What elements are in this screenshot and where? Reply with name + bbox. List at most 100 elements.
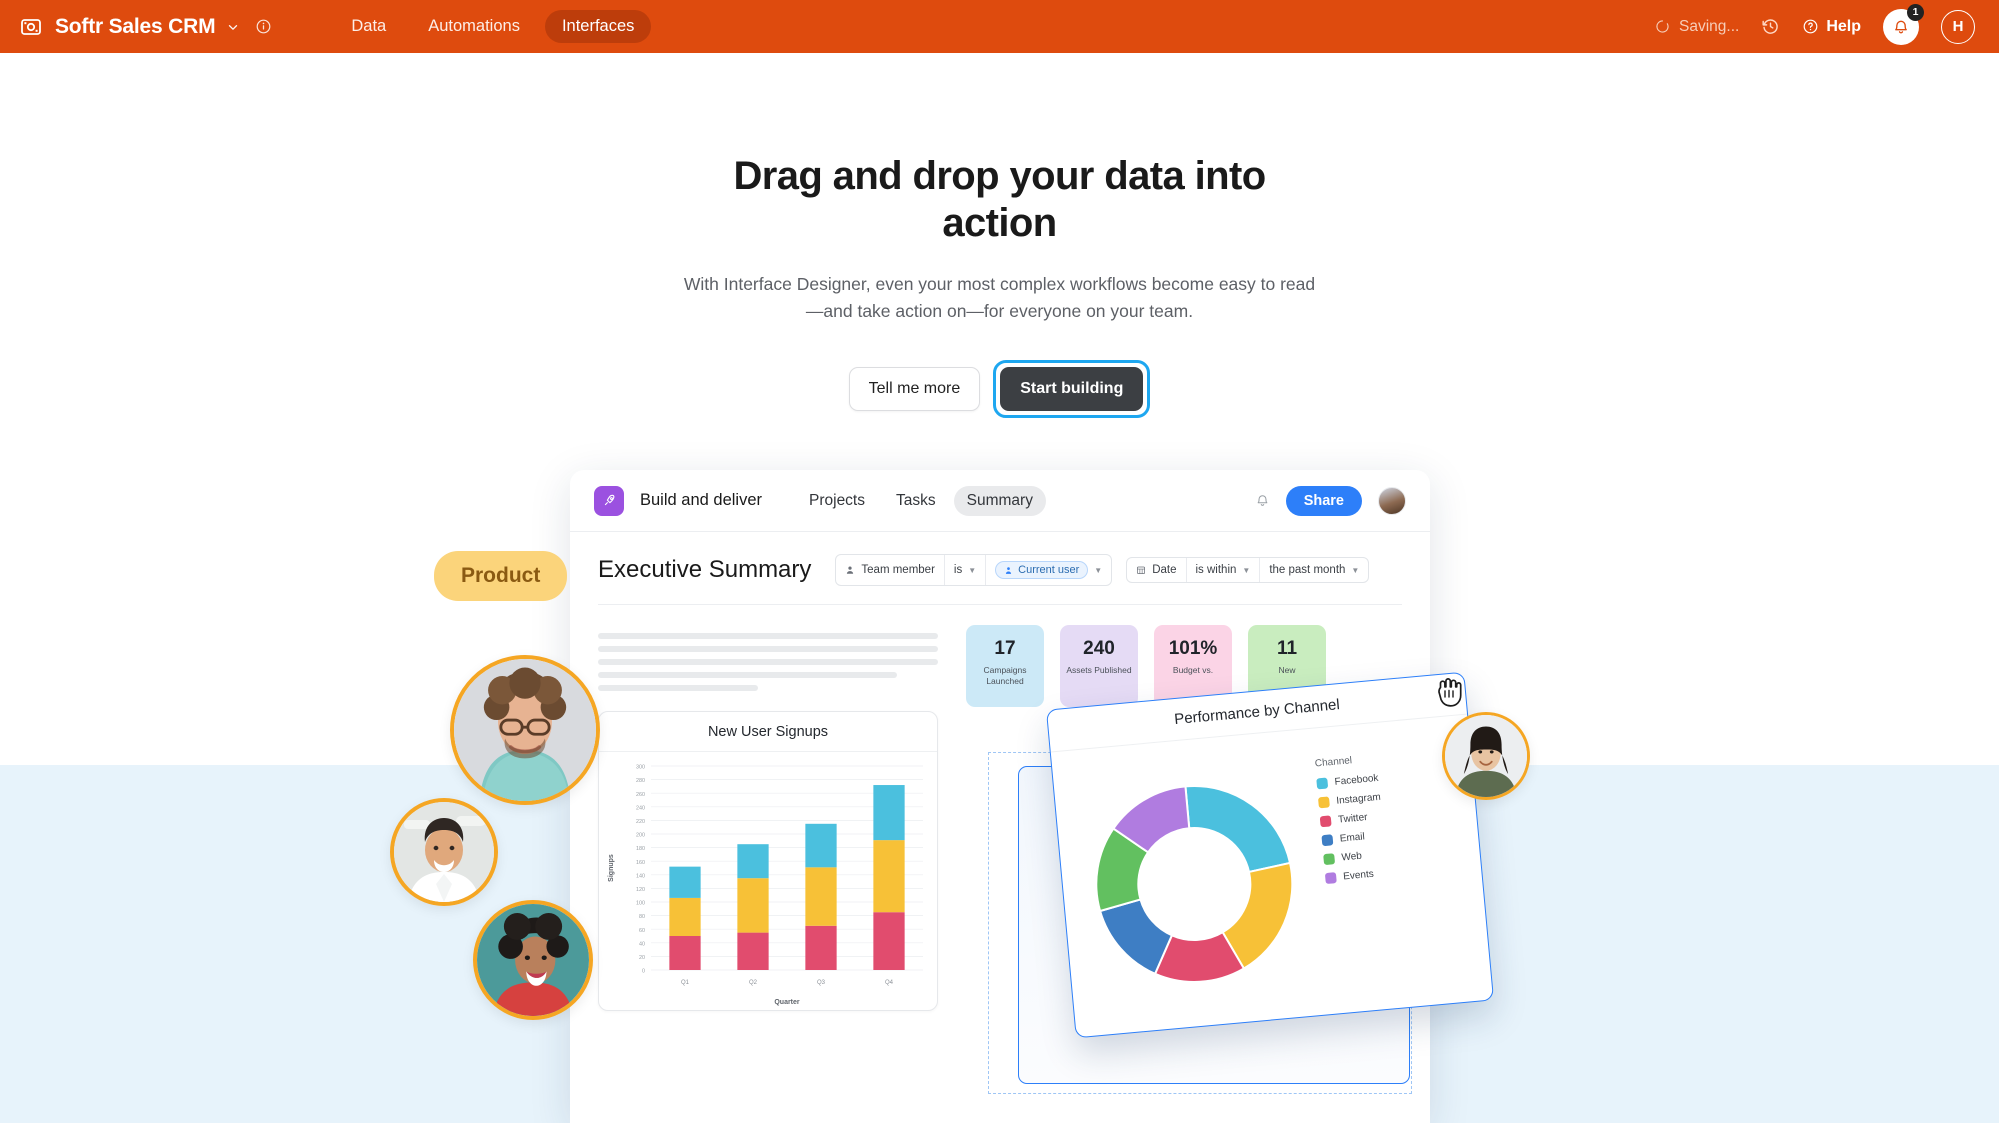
filter-value-label: the past month (1269, 564, 1346, 576)
kpi-label: New (1278, 665, 1296, 675)
history-clock-icon[interactable] (1761, 17, 1780, 36)
legend-swatch (1317, 796, 1330, 809)
nav-item-data[interactable]: Data (334, 10, 403, 43)
svg-text:0: 0 (642, 969, 645, 975)
nav-item-interfaces[interactable]: Interfaces (544, 10, 652, 43)
legend-item: Facebook (1316, 773, 1379, 790)
preview-app-name: Build and deliver (640, 491, 762, 509)
skeleton-line (598, 646, 938, 652)
svg-text:Q3: Q3 (817, 980, 826, 986)
question-circle-icon (1802, 18, 1819, 35)
skeleton-line (598, 633, 938, 639)
bar-chart: 0 20 40 60 80 100 120 140 160 180 200 220 240 260 280 3… (599, 752, 937, 1015)
hero-section: Drag and drop your data into action With… (0, 53, 1999, 418)
skeleton-line (598, 659, 938, 665)
tell-me-more-button[interactable]: Tell me more (848, 366, 981, 411)
filter-field-label: Team member (861, 564, 935, 576)
filter-operator-cell[interactable]: is ▼ (945, 555, 987, 585)
skeleton-block (598, 625, 938, 691)
info-circle-icon[interactable] (255, 18, 272, 35)
legend-label: Twitter (1337, 812, 1368, 826)
legend-item: Instagram (1317, 791, 1382, 809)
workspace-brand[interactable]: Softr Sales CRM (18, 14, 272, 40)
workspace-title: Softr Sales CRM (55, 14, 216, 38)
svg-text:280: 280 (636, 778, 645, 784)
avatar (390, 798, 498, 906)
svg-text:120: 120 (636, 887, 645, 893)
new-user-signups-card[interactable]: New User Signups 0 20 40 60 80 100 120 140 160 18… (598, 711, 938, 1011)
bell-icon (1892, 18, 1910, 36)
preview-tab-projects[interactable]: Projects (796, 486, 878, 516)
saving-label: Saving... (1679, 17, 1740, 35)
filter-date[interactable]: Date is within ▼ the past month ▼ (1126, 557, 1370, 583)
filter-value-cell[interactable]: the past month ▼ (1260, 558, 1368, 582)
chart-title: New User Signups (599, 712, 937, 752)
legend-swatch (1324, 872, 1337, 885)
kpi-label: Campaigns Launched (983, 665, 1027, 687)
avatar (1442, 712, 1530, 800)
svg-text:Signups: Signups (608, 854, 615, 882)
svg-text:20: 20 (639, 955, 645, 961)
svg-text:180: 180 (636, 846, 645, 852)
filter-operator-label: is within (1195, 564, 1237, 576)
legend-title: Channel (1314, 755, 1353, 770)
svg-text:140: 140 (636, 873, 645, 879)
legend-item: Events (1324, 867, 1388, 885)
legend-swatch (1321, 834, 1334, 847)
preview-tab-summary[interactable]: Summary (953, 485, 1046, 516)
chevron-down-icon: ▼ (968, 565, 977, 575)
kpi-value: 240 (1083, 638, 1115, 659)
kpi-card[interactable]: 17 Campaigns Launched (966, 625, 1044, 707)
filter-operator-cell[interactable]: is within ▼ (1187, 558, 1261, 582)
svg-text:60: 60 (639, 928, 645, 934)
notifications-button[interactable]: 1 (1883, 3, 1924, 45)
skeleton-line (598, 672, 898, 678)
avatar[interactable] (1378, 486, 1406, 515)
notification-count-badge: 1 (1907, 3, 1924, 21)
avatar (450, 655, 600, 805)
legend-label: Instagram (1335, 791, 1382, 807)
legend-item: Web (1323, 849, 1386, 866)
nav-item-automations[interactable]: Automations (411, 10, 537, 43)
filter-field-label: Date (1152, 564, 1177, 576)
kpi-label: Assets Published (1066, 665, 1132, 675)
filter-value-cell[interactable]: Current user ▼ (986, 555, 1111, 585)
skeleton-line (598, 685, 758, 691)
legend-label: Web (1341, 850, 1363, 864)
filter-team-member[interactable]: Team member is ▼ Current user ▼ (835, 554, 1113, 586)
filter-field-cell[interactable]: Date (1127, 558, 1187, 582)
calendar-icon (1136, 565, 1146, 575)
start-building-button[interactable]: Start building (1000, 366, 1144, 411)
grabbing-hand-icon (1432, 675, 1466, 716)
bell-icon[interactable] (1255, 493, 1270, 508)
legend-item: Twitter (1319, 811, 1383, 828)
svg-text:200: 200 (636, 833, 645, 839)
preview-header-row: Executive Summary Team member is ▼ Curre… (598, 554, 1402, 586)
kpi-label: Budget vs. (1172, 665, 1214, 675)
kpi-card[interactable]: 240 Assets Published (1060, 625, 1138, 707)
help-button[interactable]: Help (1802, 18, 1861, 36)
header-actions: Saving... Help 1 H (1655, 3, 1981, 45)
current-user-chip[interactable]: Current user (995, 561, 1089, 579)
legend-swatch (1316, 777, 1329, 790)
legend-swatch (1323, 853, 1336, 866)
legend-label: Facebook (1334, 772, 1379, 788)
person-icon (845, 565, 855, 575)
share-button[interactable]: Share (1285, 485, 1362, 516)
donut-chart-body: Channel Facebook Instagram Twitter Email Web… (1051, 715, 1493, 1039)
preview-tab-tasks[interactable]: Tasks (883, 486, 949, 516)
kpi-value: 17 (994, 638, 1016, 659)
legend-label: Email (1339, 831, 1366, 845)
svg-text:Q4: Q4 (885, 980, 894, 986)
filter-field-cell[interactable]: Team member (836, 555, 945, 585)
hero-actions: Tell me more Start building (0, 359, 1999, 418)
chevron-down-icon[interactable] (226, 20, 240, 34)
svg-text:160: 160 (636, 860, 645, 866)
performance-by-channel-card[interactable]: Performance by Channel Channel Facebook I… (1045, 671, 1495, 1039)
chevron-down-icon: ▼ (1094, 565, 1103, 575)
current-user-label: Current user (1018, 564, 1080, 576)
legend-label: Events (1342, 868, 1375, 883)
svg-text:220: 220 (636, 819, 645, 825)
user-avatar[interactable]: H (1941, 9, 1975, 44)
svg-text:80: 80 (639, 914, 645, 920)
